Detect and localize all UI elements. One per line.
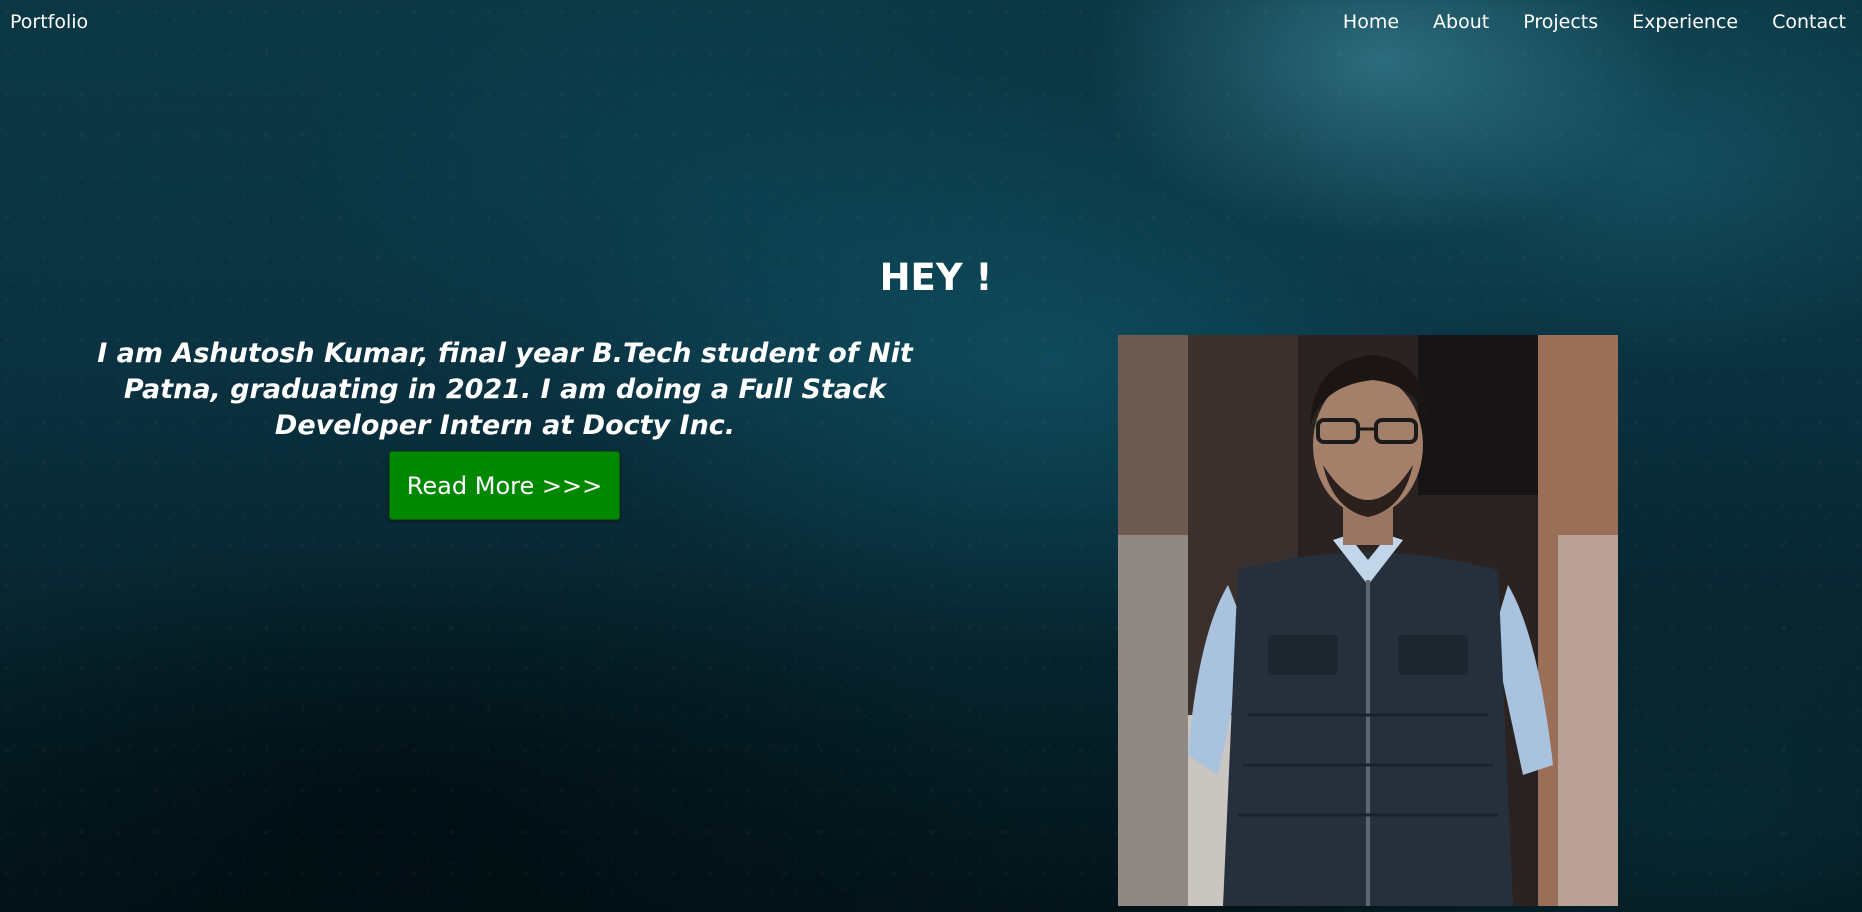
hero-intro-text: I am Ashutosh Kumar, final year B.Tech s… [97, 338, 913, 441]
hero-greeting: HEY ! [879, 256, 993, 299]
profile-photo [1118, 335, 1618, 906]
nav-link-about[interactable]: About [1433, 11, 1489, 33]
nav-links: Home About Projects Experience Contact [1309, 11, 1846, 33]
brand-link[interactable]: Portfolio [10, 11, 88, 33]
read-more-button[interactable]: Read More >>> [389, 451, 620, 520]
nav-link-experience[interactable]: Experience [1632, 11, 1738, 33]
nav-link-contact[interactable]: Contact [1772, 11, 1846, 33]
nav-link-home[interactable]: Home [1343, 11, 1399, 33]
top-navbar: Portfolio Home About Projects Experience… [0, 0, 1862, 48]
nav-link-projects[interactable]: Projects [1523, 11, 1598, 33]
